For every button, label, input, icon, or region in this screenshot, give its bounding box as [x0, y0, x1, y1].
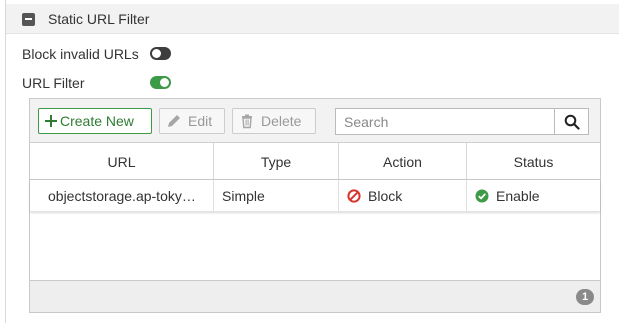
status-label: Enable	[496, 188, 540, 204]
trash-icon	[242, 114, 252, 129]
column-header-action[interactable]: Action	[339, 143, 467, 180]
pencil-icon	[168, 115, 180, 127]
url-cell: objectstorage.ap-toky…	[30, 180, 214, 212]
url-filter-toggle[interactable]	[150, 76, 171, 89]
table-footer: 1	[30, 280, 600, 312]
url-filter-setting: URL Filter	[22, 73, 85, 93]
section-title: Static URL Filter	[48, 11, 150, 27]
plus-icon	[45, 115, 57, 127]
table-row[interactable]: objectstorage.ap-toky… Simple Block Enab…	[30, 180, 600, 212]
block-invalid-urls-label: Block invalid URLs	[22, 46, 139, 62]
block-invalid-urls-toggle[interactable]	[150, 47, 171, 60]
edit-label: Edit	[188, 113, 213, 129]
section-header[interactable]: Static URL Filter	[6, 4, 619, 34]
status-cell: Enable	[467, 180, 600, 212]
type-cell: Simple	[214, 180, 339, 212]
edit-button[interactable]: Edit	[159, 108, 225, 134]
action-cell: Block	[339, 180, 467, 212]
url-filter-panel: Static URL Filter Block invalid URLs URL…	[5, 0, 619, 323]
table-header: URL Type Action Status	[30, 143, 600, 180]
column-header-url[interactable]: URL	[30, 143, 214, 180]
action-label: Block	[368, 188, 403, 204]
search-box	[335, 108, 589, 135]
row-count-badge: 1	[576, 289, 594, 305]
url-filter-table: Create New Edit Delete Search URL Type A…	[29, 98, 601, 313]
column-header-type[interactable]: Type	[214, 143, 339, 180]
create-new-button[interactable]: Create New	[38, 108, 152, 134]
table-toolbar: Create New Edit Delete	[30, 99, 600, 143]
block-invalid-urls-setting: Block invalid URLs	[22, 44, 139, 64]
no-entry-icon	[347, 189, 361, 203]
collapse-icon[interactable]	[22, 13, 35, 26]
search-button[interactable]	[554, 109, 588, 134]
delete-button[interactable]: Delete	[232, 108, 316, 134]
url-filter-label: URL Filter	[22, 75, 85, 91]
create-new-label: Create New	[60, 113, 134, 129]
check-circle-icon	[475, 189, 489, 203]
delete-label: Delete	[261, 113, 302, 129]
search-input[interactable]	[336, 109, 555, 134]
search-icon	[564, 114, 580, 130]
column-header-status[interactable]: Status	[467, 143, 600, 180]
